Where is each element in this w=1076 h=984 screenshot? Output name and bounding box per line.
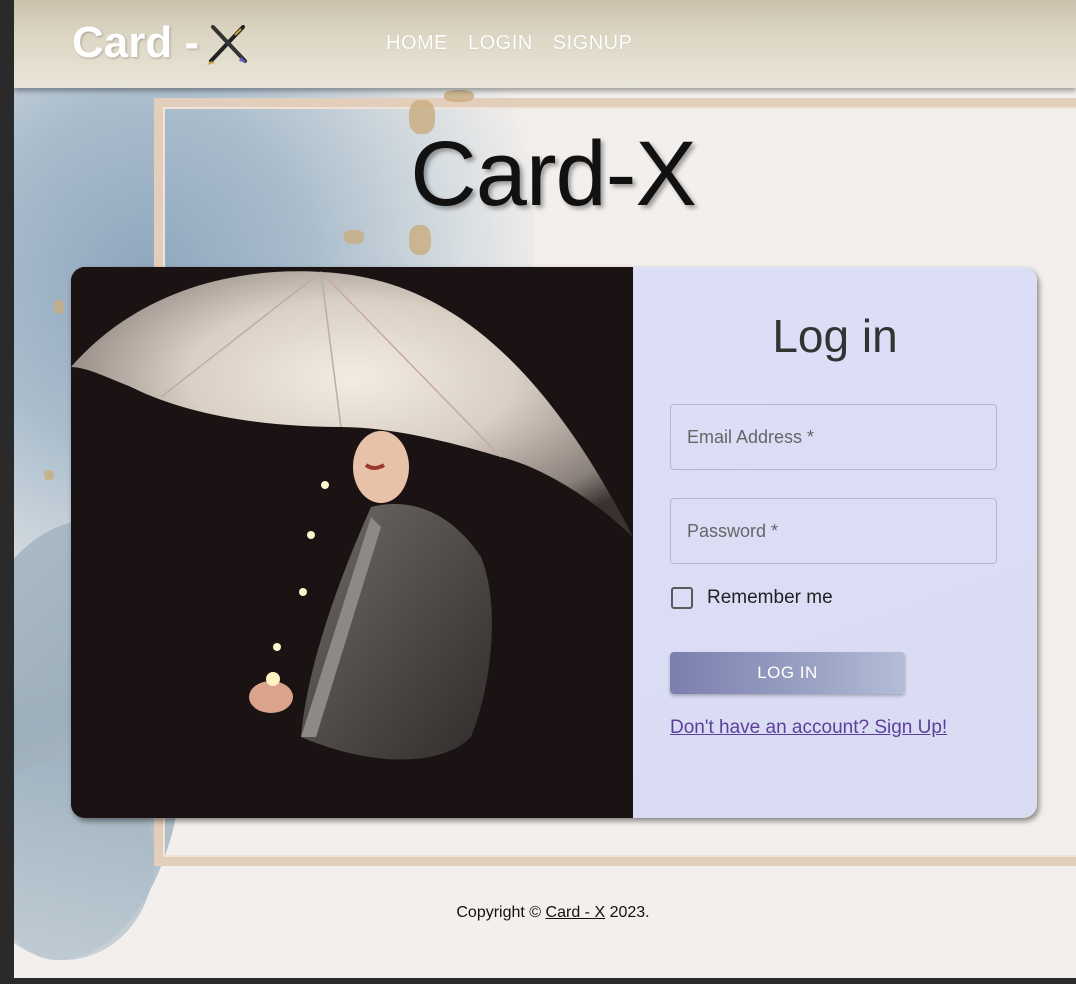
form-title: Log in: [772, 310, 898, 362]
footer: Copyright © Card - X 2023.: [14, 904, 1076, 922]
nav-signup[interactable]: SIGNUP: [553, 32, 633, 55]
password-field[interactable]: [670, 498, 997, 564]
umbrella-photo-illustration: [71, 267, 633, 818]
login-button[interactable]: LOG IN: [670, 652, 905, 694]
login-form-panel: Log in Remember me LOG IN Don't have an …: [633, 267, 1037, 818]
brand-logo-text: Card -: [72, 18, 200, 67]
remember-me-checkbox[interactable]: [671, 587, 693, 609]
nav-login[interactable]: LOGIN: [468, 32, 533, 55]
page-title: Card-X: [410, 123, 696, 225]
gold-fleck: [54, 300, 64, 314]
gold-fleck: [409, 225, 431, 255]
footer-brand-link[interactable]: Card - X: [546, 904, 606, 921]
gold-fleck: [444, 90, 474, 102]
top-app-bar: Card - HOME LOGIN SIGNUP: [14, 0, 1076, 88]
main-nav: HOME LOGIN SIGNUP: [386, 32, 632, 55]
remember-me-label: Remember me: [707, 587, 833, 608]
gold-fleck: [44, 470, 54, 480]
remember-me-option[interactable]: Remember me: [671, 587, 833, 609]
email-field[interactable]: [670, 404, 997, 470]
page-viewport: Card - HOME LOGIN SIGNUP Card-X Log in E…: [14, 0, 1076, 978]
umbrella-photo: [71, 267, 633, 818]
signup-link[interactable]: Don't have an account? Sign Up!: [670, 717, 947, 739]
gold-fleck: [344, 230, 364, 244]
brand-logo[interactable]: Card -: [72, 18, 249, 68]
footer-year: 2023.: [609, 904, 650, 921]
footer-copyright-prefix: Copyright ©: [456, 904, 542, 921]
login-card: Log in Remember me LOG IN Don't have an …: [71, 267, 1037, 818]
crossed-pens-icon: [207, 25, 248, 65]
nav-home[interactable]: HOME: [386, 32, 448, 55]
